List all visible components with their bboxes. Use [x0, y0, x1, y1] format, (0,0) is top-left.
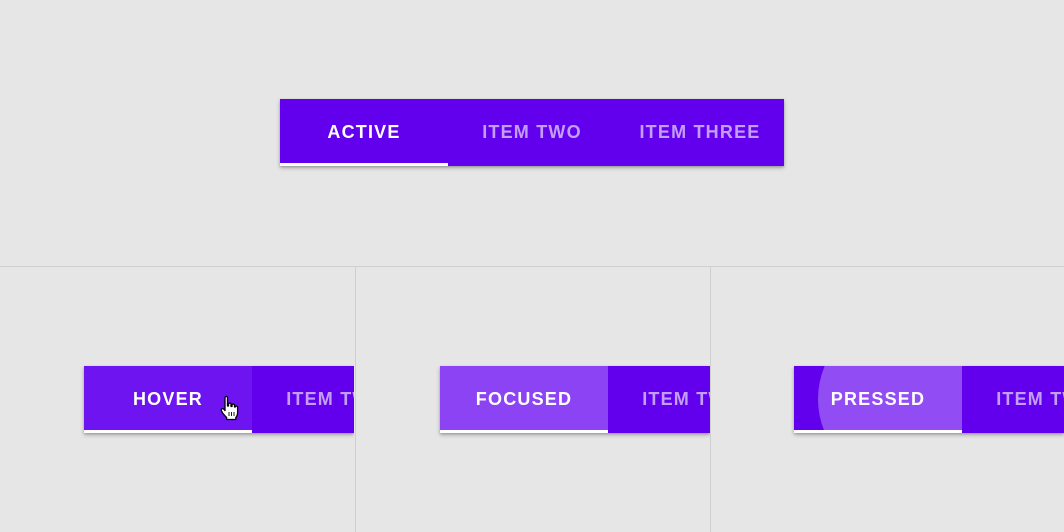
hover-tab-bar: HOVER ITEM TWO: [84, 366, 354, 433]
tab-label: FOCUSED: [475, 389, 573, 409]
tab-label: ITEM THREE: [639, 122, 761, 142]
tab-item-three[interactable]: ITEM THREE: [616, 99, 784, 166]
main-tab-bar: ACTIVE ITEM TWO ITEM THREE: [280, 99, 784, 166]
tab-item-two[interactable]: ITEM TWO: [448, 99, 616, 166]
pressed-state-panel: PRESSED ITEM TWO: [711, 267, 1064, 532]
pressed-tab-bar: PRESSED ITEM TWO: [794, 366, 1064, 433]
hover-state-panel: HOVER ITEM TWO: [0, 267, 354, 532]
tab-hover[interactable]: HOVER: [84, 366, 252, 433]
tab-label: ITEM TWO: [286, 389, 354, 409]
focused-tab-bar: FOCUSED ITEM TWO: [440, 366, 710, 433]
tab-item-two[interactable]: ITEM TWO: [608, 366, 710, 433]
tab-focused[interactable]: FOCUSED: [440, 366, 608, 433]
tab-pressed[interactable]: PRESSED: [794, 366, 962, 433]
tab-label: ITEM TWO: [996, 389, 1064, 409]
tab-label: PRESSED: [830, 389, 926, 409]
tab-label: ITEM TWO: [642, 389, 710, 409]
tab-item-two[interactable]: ITEM TWO: [962, 366, 1064, 433]
tab-label: ACTIVE: [327, 122, 401, 142]
tab-item-two[interactable]: ITEM TWO: [252, 366, 354, 433]
tab-active[interactable]: ACTIVE: [280, 99, 448, 166]
focused-state-panel: FOCUSED ITEM TWO: [356, 267, 710, 532]
tab-label: ITEM TWO: [482, 122, 582, 142]
tab-label: HOVER: [132, 389, 203, 409]
hand-pointer-icon: [220, 395, 239, 421]
